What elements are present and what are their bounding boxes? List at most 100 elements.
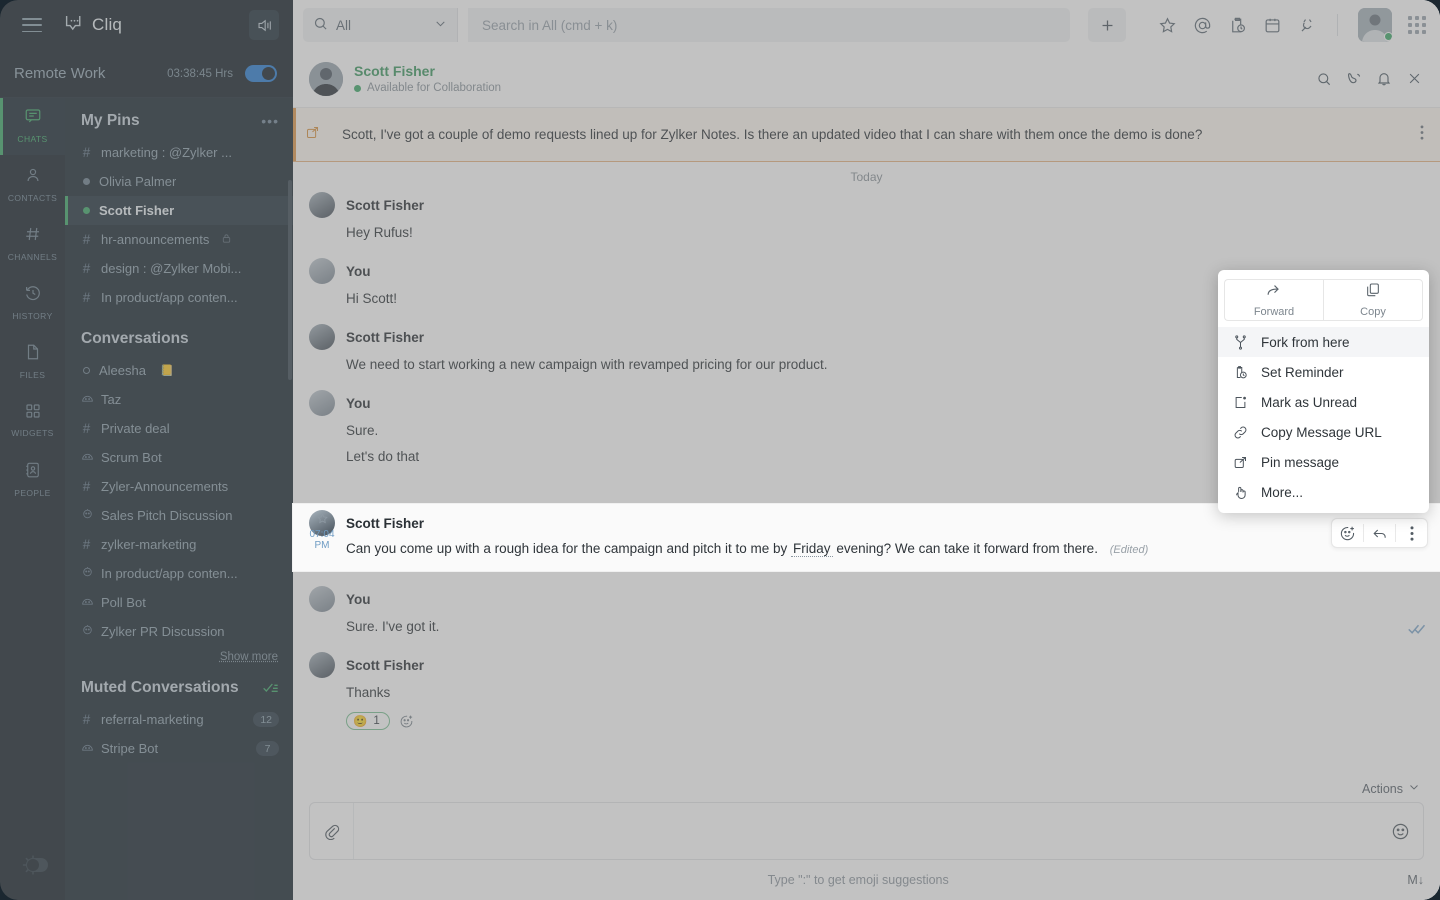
status-name[interactable]: Remote Work [14,65,105,82]
sidebar-item-poll-bot[interactable]: Poll Bot [65,588,293,617]
message-item[interactable]: Scott Fisher Thanks 🙂 1 [293,646,1440,736]
sidebar-scrollbar[interactable] [288,180,292,380]
hamburger-icon[interactable] [22,18,42,32]
context-item-fork-from-here[interactable]: Fork from here [1218,327,1429,357]
sidebar-item-zyler-announcements[interactable]: # Zyler-Announcements [65,472,293,501]
link-icon [1232,425,1248,440]
message-header: Scott Fisher [309,192,1424,220]
search-input[interactable]: Search in All (cmd + k) [468,8,1070,42]
rail-item-history[interactable]: HISTORY [0,273,65,332]
forward-button[interactable]: Forward [1224,279,1323,321]
message-item[interactable]: You Sure. I've got it. [293,580,1440,646]
message-item-highlighted[interactable]: Scott Fisher 07:04 PM Can you come up wi… [293,504,1440,571]
sidebar-item-marketing-zylker[interactable]: # marketing : @Zylker ... [65,138,293,167]
message-item[interactable]: Scott Fisher Hey Rufus! [293,186,1424,252]
sidebar-scroll-area[interactable]: My Pins ••• # marketing : @Zylker ... Ol… [65,98,293,900]
close-icon[interactable] [1402,67,1426,91]
context-item-label: Mark as Unread [1261,394,1358,410]
avatar[interactable] [309,324,335,350]
add-reaction-icon[interactable] [1332,518,1363,548]
context-item-set-reminder[interactable]: Set Reminder [1218,357,1429,387]
avatar[interactable] [309,390,335,416]
mark-all-read-icon[interactable] [263,682,279,694]
sidebar-item-sales-pitch-discussion[interactable]: Sales Pitch Discussion [65,501,293,530]
rail-item-widgets[interactable]: WIDGETS [0,391,65,450]
pinned-message-bar[interactable]: Scott, I've got a couple of demo request… [293,108,1440,162]
context-item-copy-message-url[interactable]: Copy Message URL [1218,417,1429,447]
avatar[interactable] [1358,8,1392,42]
notification-bell-icon[interactable] [1372,67,1396,91]
mention-icon[interactable] [1193,16,1212,35]
reaction-count: 1 [373,715,380,727]
context-item-more[interactable]: More... [1218,477,1429,507]
sidebar-item-zylker-marketing[interactable]: # zylker-marketing [65,530,293,559]
sidebar-item-private-deal[interactable]: # Private deal [65,414,293,443]
hash-icon [24,225,42,248]
sidebar-item-scrum-bot[interactable]: Scrum Bot [65,443,293,472]
search-icon [313,16,328,34]
star-outline-icon[interactable] [303,512,341,528]
sun-theme-toggle[interactable] [14,854,52,876]
chat-avatar[interactable] [309,61,343,96]
sidebar-item-olivia-palmer[interactable]: Olivia Palmer [65,167,293,196]
reminders-icon[interactable] [1228,16,1247,35]
rail-item-people[interactable]: PEOPLE [0,450,65,509]
message-text-before: Can you come up with a rough idea for th… [346,541,788,556]
integrations-plug-icon[interactable] [1298,16,1317,35]
add-reaction-icon[interactable] [399,714,414,729]
more-options-icon[interactable] [1396,518,1427,548]
sidebar-item-aleesha[interactable]: Aleesha 📒 [65,356,293,385]
chat-identity: Scott Fisher Available for Collaboration [354,63,501,94]
markdown-toggle[interactable]: M↓ [1407,873,1424,887]
sidebar-item-in-product-app-content-pin[interactable]: # In product/app conten... [65,283,293,312]
apps-grid-icon[interactable] [1408,16,1426,34]
presence-dot-icon [354,84,361,92]
speaker-volume-icon[interactable] [249,10,279,40]
reply-icon[interactable] [1364,518,1395,548]
rail-item-contacts[interactable]: CONTACTS [0,155,65,214]
status-toggle[interactable] [245,65,277,82]
message-input[interactable] [354,803,1377,859]
kebab-menu-icon[interactable] [1420,124,1424,145]
status-timer: 03:38:45 Hrs [167,67,233,80]
my-pins-header: My Pins ••• [65,98,293,138]
sidebar-item-stripe-bot[interactable]: Stripe Bot 7 [65,734,293,763]
search-scope-dropdown[interactable]: All [303,8,458,42]
call-icon[interactable] [1342,67,1366,91]
my-pins-more-icon[interactable]: ••• [261,113,279,129]
sidebar-item-taz[interactable]: Taz [65,385,293,414]
sidebar-item-zylker-pr-discussion[interactable]: Zylker PR Discussion [65,617,293,646]
hand-tap-icon [1232,485,1248,500]
sidebar-item-design-zylker-mobile[interactable]: # design : @Zylker Mobi... [65,254,293,283]
sidebar-item-in-product-app-content[interactable]: In product/app conten... [65,559,293,588]
rail-item-chats[interactable]: CHATS [0,96,65,155]
star-icon[interactable] [1158,16,1177,35]
date-entity[interactable]: Friday [791,541,833,557]
avatar[interactable] [309,586,335,612]
sidebar-item-scott-fisher[interactable]: Scott Fisher [65,196,293,225]
calendar-icon[interactable] [1263,16,1282,35]
sidebar-item-referral-marketing[interactable]: # referral-marketing 12 [65,705,293,734]
day-divider: Today [850,170,883,184]
hash-icon: # [82,232,91,247]
message-composer-area: Actions Type ":" to get emoji suggestion… [293,775,1440,900]
actions-dropdown-button[interactable]: Actions [1362,781,1420,796]
avatar[interactable] [309,652,335,678]
avatar[interactable] [309,258,335,284]
composer[interactable] [309,802,1424,860]
new-chat-button[interactable] [1088,8,1126,42]
context-item-pin-message[interactable]: Pin message [1218,447,1429,477]
paperclip-icon[interactable] [310,803,354,859]
conv-label: Poll Bot [101,595,146,610]
rail-item-files[interactable]: FILES [0,332,65,391]
search-in-chat-icon[interactable] [1312,67,1336,91]
emoji-smiley-icon[interactable] [1377,803,1423,859]
edited-label: (Edited) [1109,544,1149,556]
copy-button[interactable]: Copy [1323,279,1423,321]
rail-item-channels[interactable]: CHANNELS [0,214,65,273]
context-item-mark-as-unread[interactable]: Mark as Unread [1218,387,1429,417]
avatar[interactable] [309,192,335,218]
reaction-pill[interactable]: 🙂 1 [346,712,390,730]
sidebar-item-hr-announcements[interactable]: # hr-announcements [65,225,293,254]
show-more-button[interactable]: Show more [65,646,293,665]
